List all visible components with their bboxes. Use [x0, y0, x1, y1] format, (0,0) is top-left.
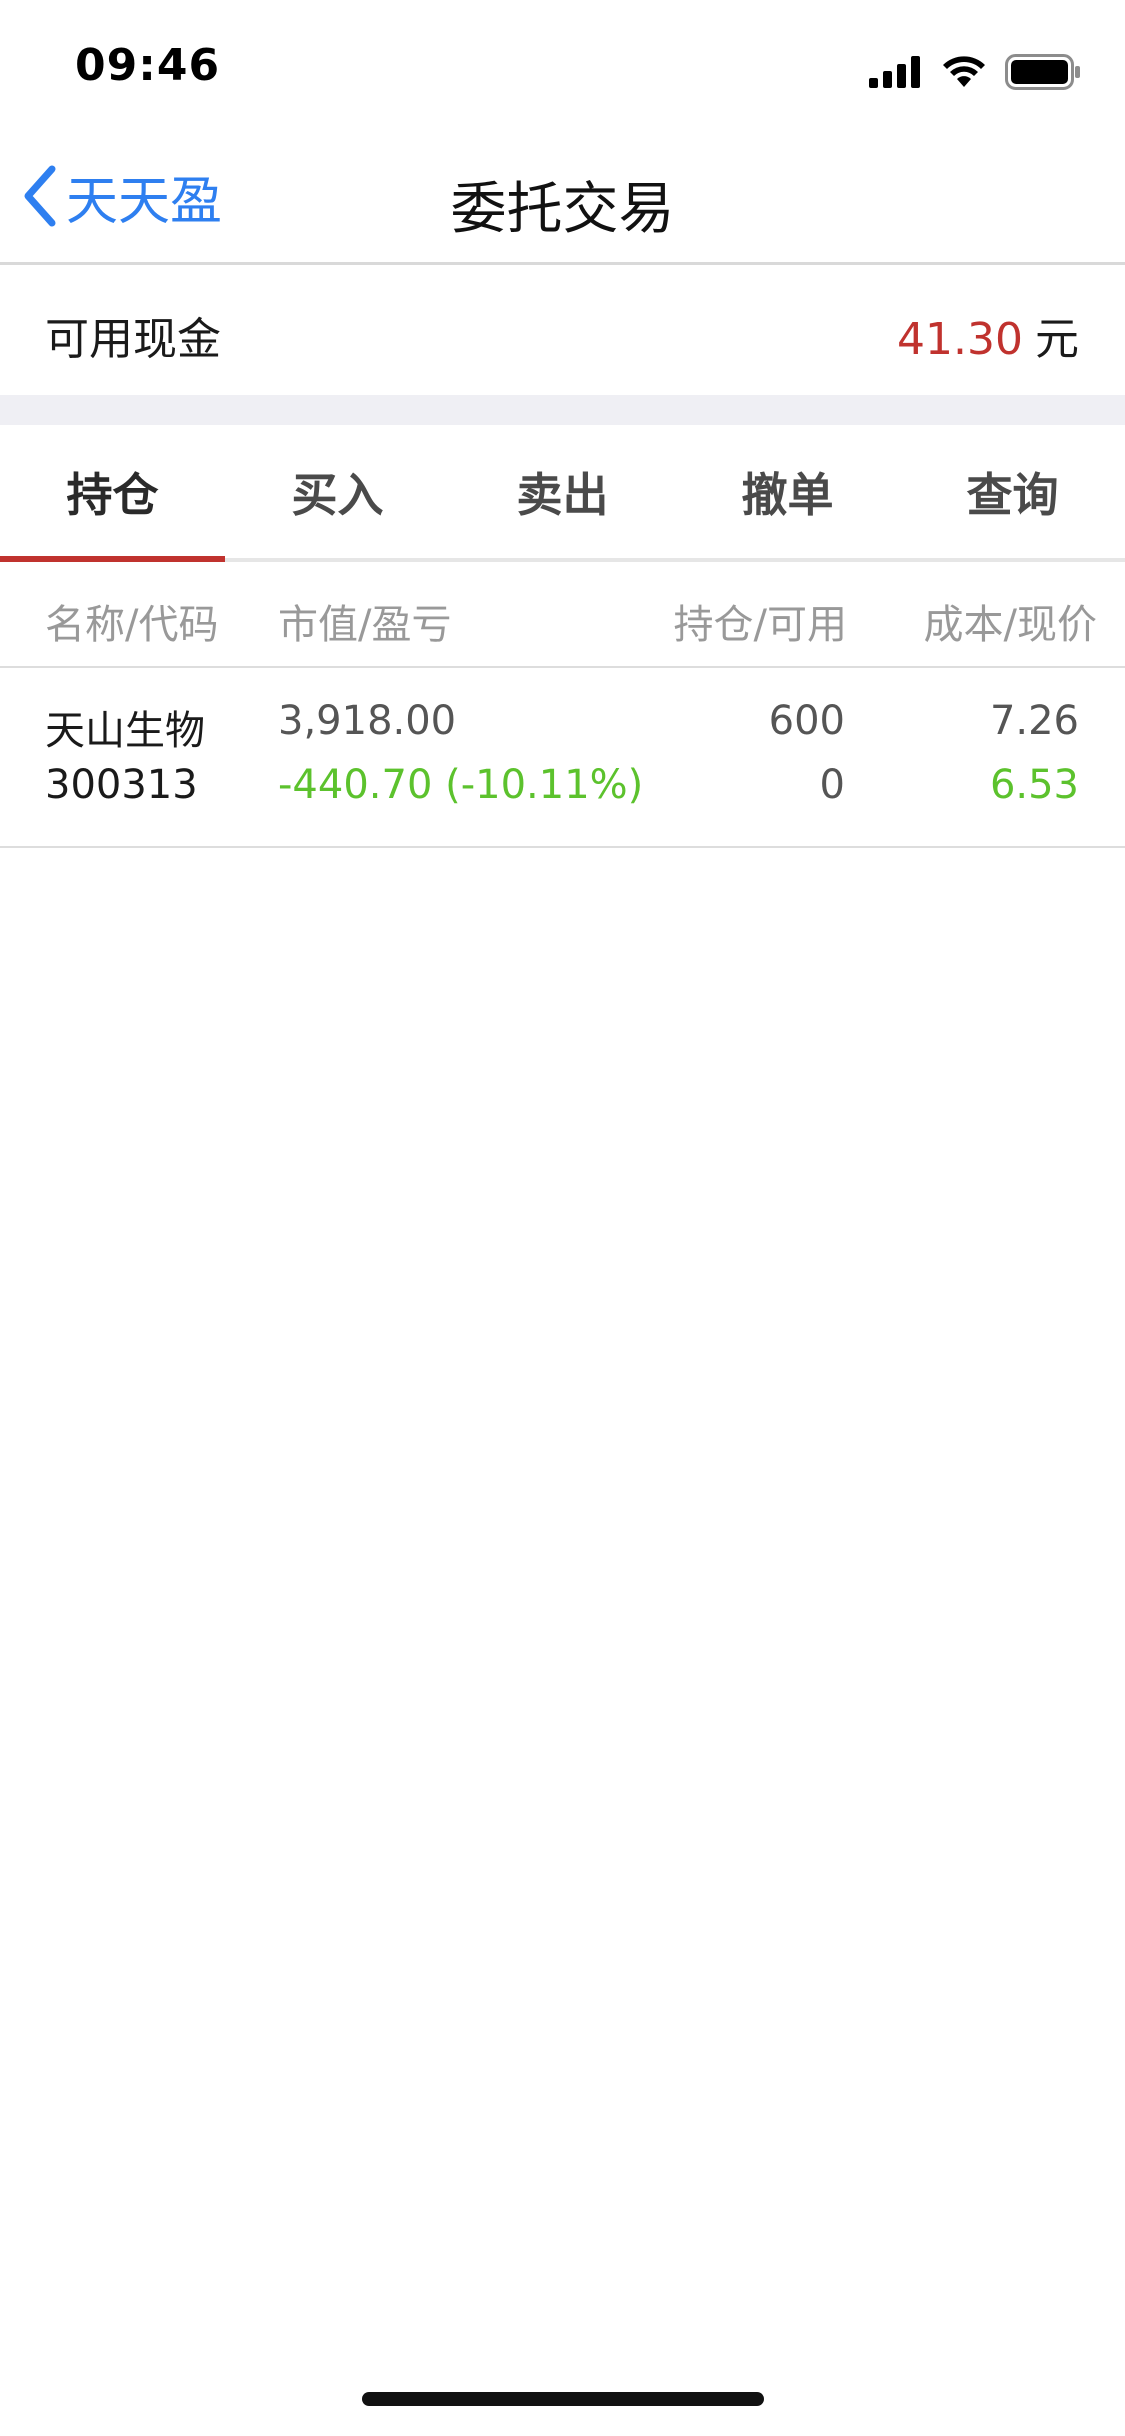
section-divider — [0, 395, 1125, 425]
tab-buy[interactable]: 买入 — [225, 425, 450, 558]
available-cash-row: 可用现金 41.30 元 — [0, 265, 1125, 395]
market-value: 3,918.00 — [278, 698, 457, 744]
header-cost-price: 成本/现价 — [923, 602, 1097, 648]
holdings-table-header: 名称/代码 市值/盈亏 持仓/可用 成本/现价 — [0, 562, 1125, 668]
header-name-code: 名称/代码 — [45, 602, 219, 648]
status-icons — [869, 52, 1081, 92]
tab-cancel-order[interactable]: 撤单 — [675, 425, 900, 558]
trading-page: 09:46 天天盈 委托交易 可用现金 41.30 元 持仓 买入 卖出 撤单 … — [0, 0, 1125, 2436]
available-cash-label: 可用现金 — [45, 314, 221, 365]
home-indicator[interactable] — [362, 2392, 764, 2406]
available-quantity: 0 — [819, 762, 845, 808]
available-cash-value: 41.30 — [897, 314, 1023, 365]
stock-name: 天山生物 — [45, 708, 205, 754]
stock-code: 300313 — [45, 762, 198, 808]
header-value-pl: 市值/盈亏 — [278, 602, 452, 648]
cost-price: 7.26 — [989, 698, 1079, 744]
profit-loss: -440.70 (-10.11%) — [278, 762, 644, 808]
status-time: 09:46 — [75, 40, 221, 91]
position-quantity: 600 — [768, 698, 845, 744]
current-price: 6.53 — [989, 762, 1079, 808]
page-title: 委托交易 — [450, 177, 675, 242]
trade-tabs: 持仓 买入 卖出 撤单 查询 — [0, 425, 1125, 562]
header-position-available: 持仓/可用 — [673, 602, 847, 648]
signal-icon — [869, 56, 920, 88]
navigation-bar: 天天盈 委托交易 — [0, 130, 1125, 265]
status-bar: 09:46 — [0, 0, 1125, 130]
available-cash: 41.30 元 — [897, 303, 1079, 367]
tab-holdings[interactable]: 持仓 — [0, 425, 225, 562]
battery-icon — [1005, 54, 1080, 90]
tab-sell[interactable]: 卖出 — [450, 425, 675, 558]
table-row[interactable]: 天山生物 300313 3,918.00 -440.70 (-10.11%) 6… — [0, 668, 1125, 848]
wifi-icon — [943, 56, 985, 87]
tab-query[interactable]: 查询 — [900, 425, 1125, 558]
available-cash-unit: 元 — [1035, 314, 1079, 365]
